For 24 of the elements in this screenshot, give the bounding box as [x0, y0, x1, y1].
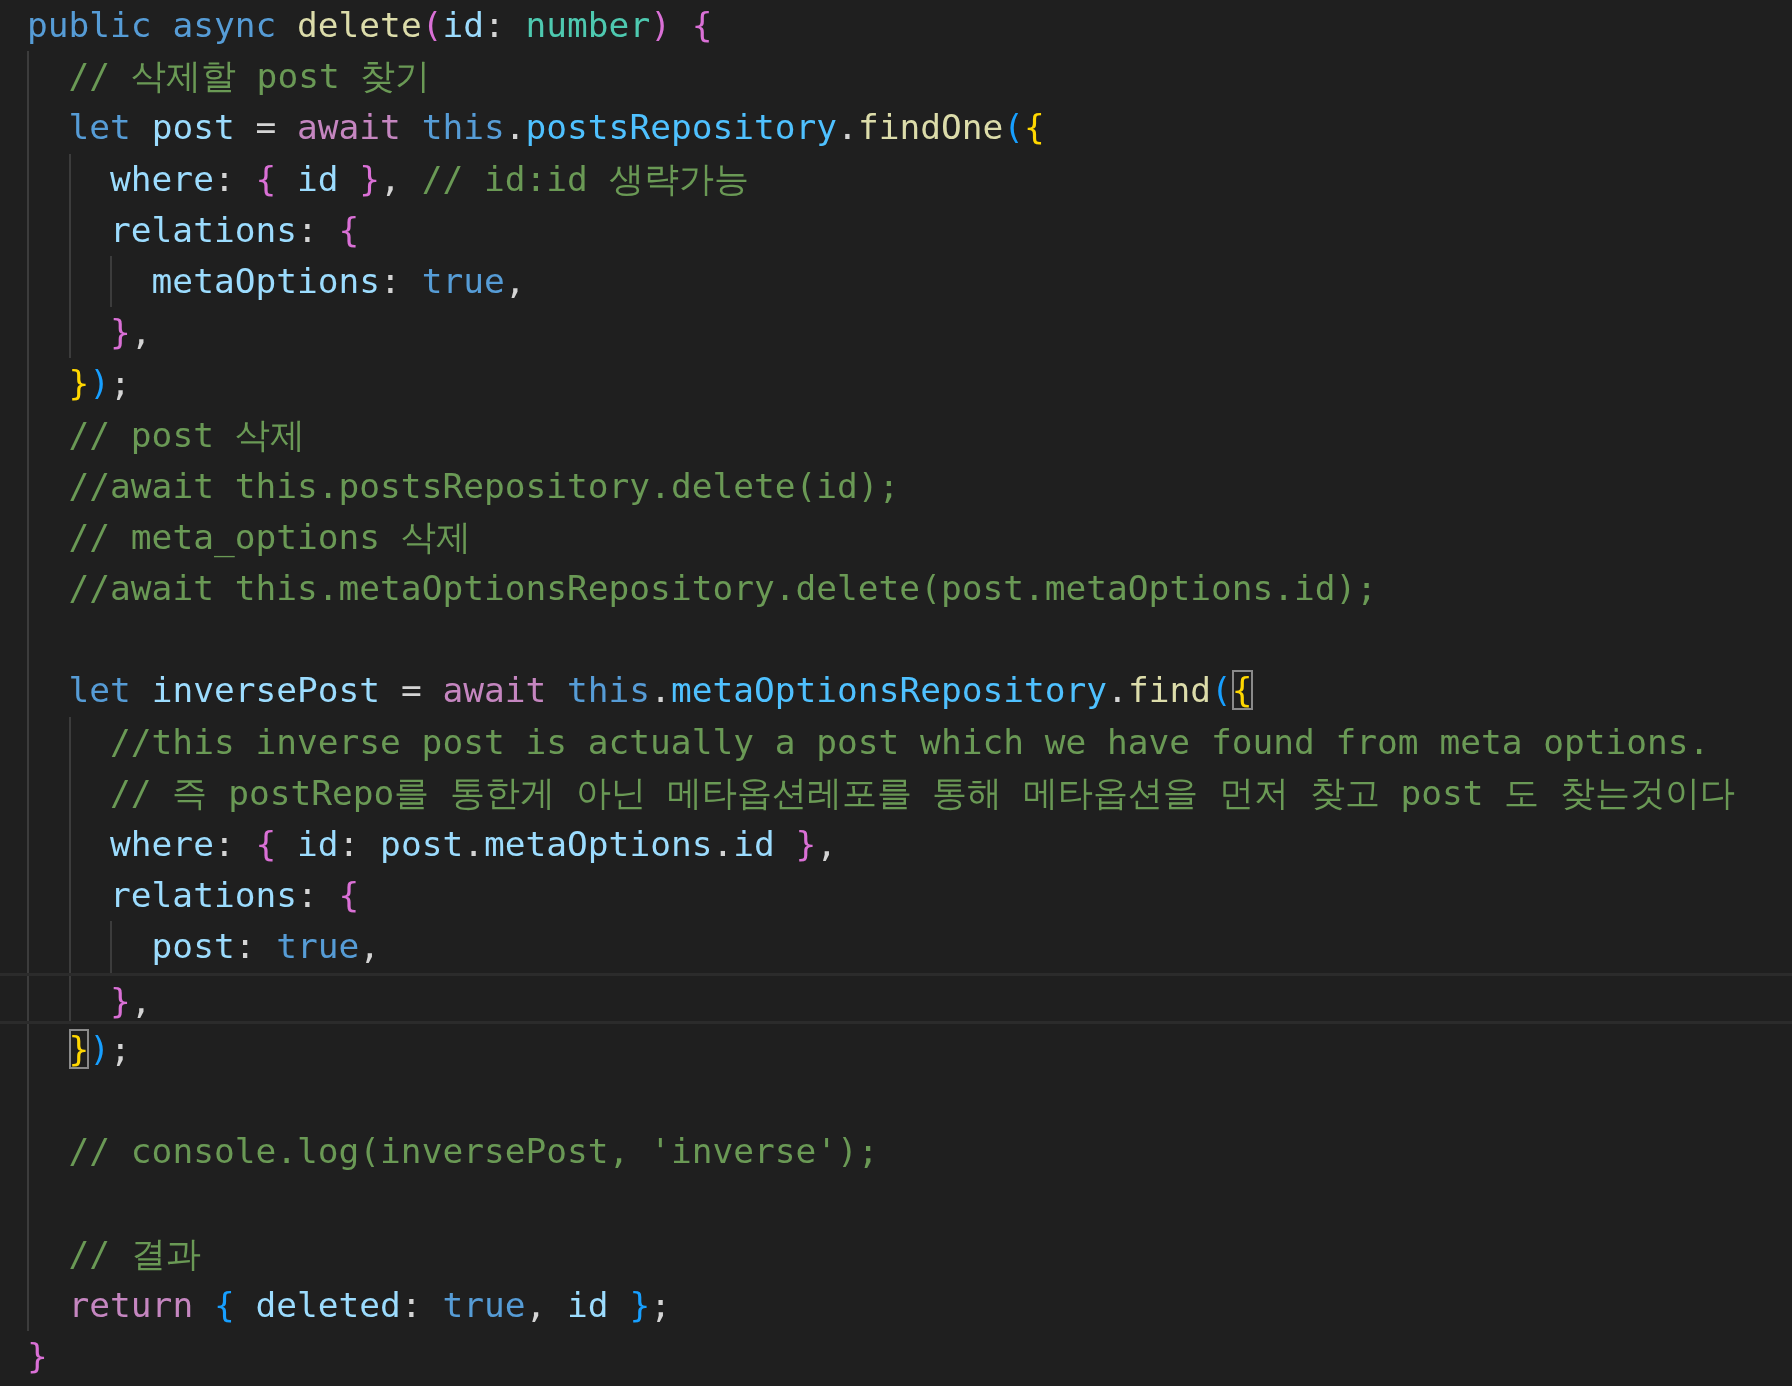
- code-line: where: { id: post.metaOptions.id },: [110, 823, 838, 866]
- code-line: // post 삭제: [68, 413, 305, 457]
- code-line: // meta_options 삭제: [68, 515, 471, 560]
- code-line: // 결과: [68, 1232, 201, 1276]
- code-line: where: { id }, // id:id 생략가능: [110, 157, 749, 201]
- code-line: public async delete(id: number) {: [27, 4, 713, 47]
- code-line: },: [110, 979, 152, 1021]
- code-line: //this inverse post is actually a post which we have found from meta options.: [110, 720, 1710, 764]
- code-line: // 삭제할 post 찾기: [68, 55, 431, 99]
- code-line: metaOptions: true,: [151, 259, 526, 303]
- code-line: relations: {: [110, 208, 360, 252]
- code-line: let post = await this.postsRepository.findOne({: [68, 106, 1045, 150]
- code-line: // 즉 postRepo를 통한게 아닌 메타옵션레포를 통해 메타옵션을 먼저 찾고 post 도 찾는것이다: [110, 771, 1736, 815]
- code-line: //await this.postsRepository.delete(id);: [68, 464, 900, 508]
- code-line: return { deleted: true, id };: [68, 1283, 671, 1327]
- code-line: post: true,: [151, 925, 381, 969]
- code-line: //await this.metaOptionsRepository.delete(post.metaOptions.id);: [68, 567, 1378, 611]
- code-line: });: [68, 1027, 131, 1071]
- code-line: let inversePost = await this.metaOptionsRepository.find({: [68, 669, 1253, 713]
- code-line: }: [27, 1334, 48, 1378]
- code-line: relations: {: [110, 874, 360, 918]
- code-line: });: [68, 362, 131, 406]
- code-line: },: [110, 311, 152, 355]
- code-line: // console.log(inversePost, 'inverse');: [68, 1130, 879, 1174]
